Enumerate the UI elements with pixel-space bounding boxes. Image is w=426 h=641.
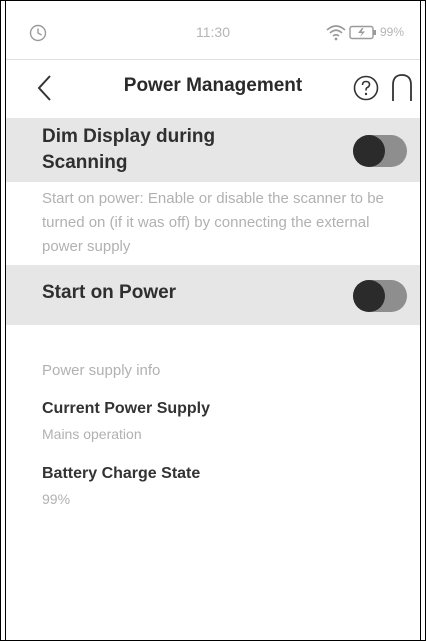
start-on-power-description: Start on power: Enable or disable the sc… (42, 190, 384, 255)
help-icon[interactable] (352, 74, 380, 102)
setting-row-start-on-power: Start on Power (6, 265, 420, 325)
current-power-supply-value: Mains operation (42, 426, 142, 442)
toggle-knob (353, 280, 385, 312)
home-icon[interactable] (391, 73, 413, 103)
start-on-power-toggle[interactable] (353, 280, 407, 312)
toggle-knob (353, 135, 385, 167)
header-bar: Power Management (6, 60, 420, 118)
current-power-supply-label: Current Power Supply (42, 400, 211, 417)
screen-edge-right (420, 1, 421, 640)
battery-charge-state-value: 99% (42, 491, 71, 507)
power-supply-info-title: Power supply info (42, 362, 161, 379)
status-bar: 11:30 99% (6, 1, 420, 59)
setting-label: Dim Display during Scanning (42, 126, 216, 173)
setting-label: Start on Power (42, 282, 177, 303)
setting-row-dim-display: Dim Display during Scanning (6, 118, 420, 182)
wifi-icon (326, 25, 346, 41)
dim-display-toggle[interactable] (353, 135, 407, 167)
battery-percent: 99% (380, 25, 405, 39)
battery-charging-icon (349, 25, 376, 40)
battery-charge-state-label: Battery Charge State (42, 465, 201, 482)
device-screen: 11:30 99% Power Management Dim Display d… (0, 0, 426, 641)
